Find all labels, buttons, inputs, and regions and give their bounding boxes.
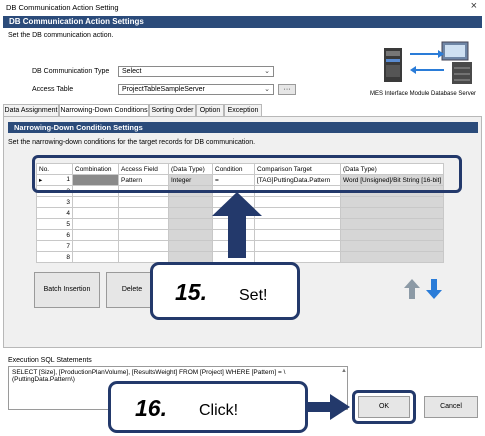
cell-comparison-target[interactable] (254, 229, 341, 241)
access-table-label: Access Table (32, 86, 74, 93)
cell-data-type (168, 196, 213, 208)
cell-access-field[interactable] (118, 218, 169, 230)
cell-data-type (168, 218, 213, 230)
cell-data-type (168, 207, 213, 219)
arrow-right-icon (306, 394, 350, 420)
close-icon[interactable]: × (471, 0, 477, 12)
chevron-down-icon: ⌄ (264, 68, 270, 75)
cell-comparison-target[interactable] (254, 218, 341, 230)
sub-section-header: Narrowing-Down Condition Settings (8, 122, 478, 133)
row-number: 6 (36, 229, 73, 241)
tab-option[interactable]: Option (196, 104, 224, 116)
callout-16-text: Click! (199, 402, 239, 419)
row-number: 4 (36, 207, 73, 219)
row-number: 5 (36, 218, 73, 230)
tab-sorting-order[interactable]: Sorting Order (149, 104, 196, 116)
cell-data-type (168, 240, 213, 252)
cell-target-data-type (339, 240, 445, 252)
highlight-frame (32, 155, 462, 193)
batch-insertion-button[interactable]: Batch Insertion (34, 272, 100, 308)
scroll-up-icon[interactable]: ▲ (341, 368, 347, 374)
cell-combination[interactable] (72, 196, 119, 208)
arrow-up-icon (212, 192, 262, 258)
cancel-button[interactable]: Cancel (424, 396, 478, 418)
cell-combination[interactable] (72, 240, 119, 252)
database-server-caption: Database Server (431, 91, 477, 97)
callout-15-text: Set! (239, 287, 268, 304)
bidirectional-arrow-icon (410, 50, 444, 74)
row-number: 7 (36, 240, 73, 252)
cell-access-field[interactable] (118, 229, 169, 241)
cell-access-field[interactable] (118, 251, 169, 263)
browse-button[interactable]: ··· (278, 84, 296, 95)
cell-comparison-target[interactable] (254, 240, 341, 252)
db-comm-type-label: DB Communication Type (32, 68, 110, 75)
move-down-icon[interactable] (426, 278, 442, 300)
cell-combination[interactable] (72, 229, 119, 241)
row-number: 8 (36, 251, 73, 263)
cell-target-data-type (339, 251, 445, 263)
tab-exception[interactable]: Exception (224, 104, 262, 116)
chevron-down-icon: ⌄ (264, 86, 270, 93)
access-table-select[interactable]: ProjectTableSampleServer ⌄ (118, 84, 274, 95)
mes-module-caption: MES Interface Module (370, 91, 430, 97)
cell-target-data-type (339, 218, 445, 230)
section-header: DB Communication Action Settings (3, 16, 482, 28)
callout-15-number: 15. (175, 279, 207, 305)
callout-step-16: 16. Click! (108, 381, 308, 433)
cell-target-data-type (339, 229, 445, 241)
cell-target-data-type (339, 207, 445, 219)
cell-access-field[interactable] (118, 240, 169, 252)
window-title: DB Communication Action Setting (6, 3, 119, 12)
cell-comparison-target[interactable] (254, 251, 341, 263)
cell-comparison-target[interactable] (254, 207, 341, 219)
callout-step-15: 15. Set! (150, 262, 300, 320)
cell-combination[interactable] (72, 251, 119, 263)
connection-diagram (384, 41, 472, 84)
monitor-icon (441, 41, 469, 61)
db-comm-type-select[interactable]: Select ⌄ (118, 66, 274, 77)
cell-data-type (168, 251, 213, 263)
cell-access-field[interactable] (118, 207, 169, 219)
sql-label: Execution SQL Statements (8, 357, 92, 364)
callout-16-number: 16. (135, 395, 167, 421)
row-number: 3 (36, 196, 73, 208)
database-server-icon (452, 62, 472, 84)
db-comm-type-value: Select (122, 68, 142, 75)
cell-combination[interactable] (72, 218, 119, 230)
tab-data-assignment[interactable]: Data Assignment (3, 104, 59, 116)
instruction-text: Set the DB communication action. (8, 32, 114, 39)
sub-instruction-text: Set the narrowing-down conditions for th… (8, 139, 256, 146)
cell-target-data-type (339, 196, 445, 208)
ok-highlight-frame (352, 390, 416, 424)
move-up-icon[interactable] (404, 278, 420, 300)
cell-comparison-target[interactable] (254, 196, 341, 208)
cell-data-type (168, 229, 213, 241)
access-table-value: ProjectTableSampleServer (122, 86, 205, 93)
cell-access-field[interactable] (118, 196, 169, 208)
cell-combination[interactable] (72, 207, 119, 219)
mes-module-icon (384, 48, 402, 82)
